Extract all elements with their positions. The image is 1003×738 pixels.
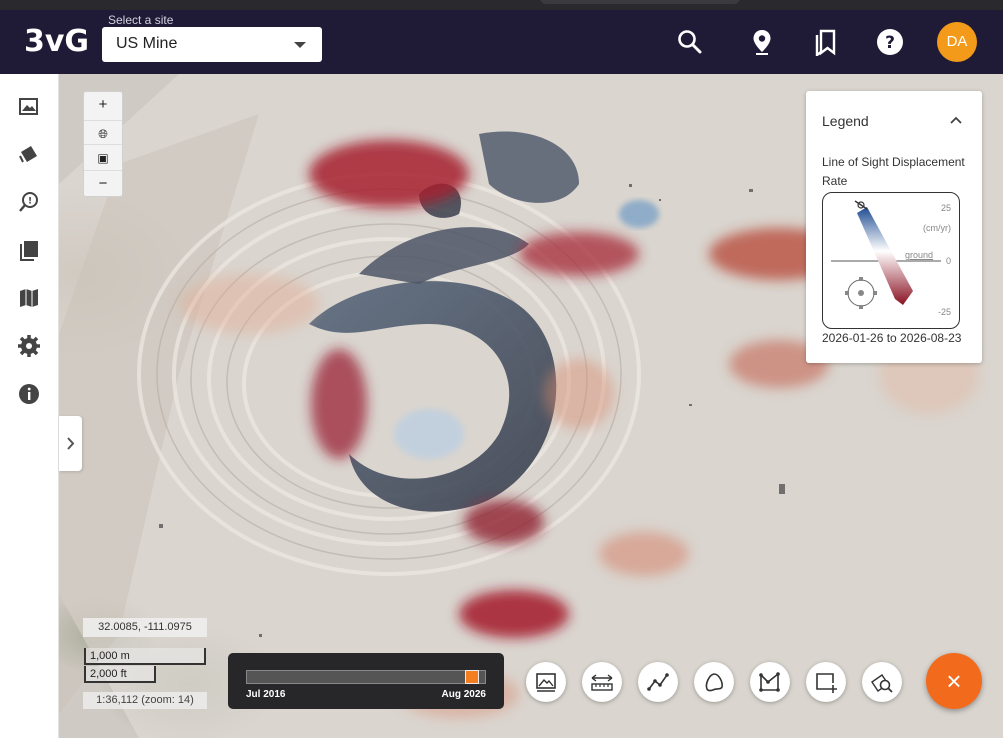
info-icon[interactable] bbox=[17, 382, 41, 406]
site-select[interactable]: US Mine bbox=[102, 27, 322, 62]
legend-subtitle: Line of Sight Displacement Rate bbox=[822, 155, 965, 188]
chevron-down-icon bbox=[294, 42, 306, 48]
legend-panel: Legend Line of Sight Displacement Rate 2… bbox=[806, 91, 982, 363]
timeline-end-label: Aug 2026 bbox=[441, 689, 486, 700]
line-profile-button[interactable] bbox=[638, 662, 678, 702]
svg-text:?: ? bbox=[885, 33, 895, 53]
timeline-start-label: Jul 2016 bbox=[246, 689, 286, 700]
site-select-label: Select a site bbox=[108, 13, 174, 27]
legend-scale-ground: ground bbox=[905, 250, 934, 260]
chevron-right-icon bbox=[67, 437, 75, 450]
user-avatar[interactable]: DA bbox=[937, 22, 977, 62]
site-select-value: US Mine bbox=[116, 35, 178, 52]
area-icon bbox=[759, 672, 780, 692]
left-sidebar: ! bbox=[0, 74, 59, 738]
legend-title: Legend bbox=[822, 113, 869, 129]
globe-icon[interactable]: 🌐︎ bbox=[84, 120, 122, 146]
app-header: 3vG Select a site US Mine ? DA bbox=[0, 10, 1003, 74]
add-region-icon bbox=[816, 673, 837, 693]
search-location-icon[interactable]: ! bbox=[17, 190, 41, 214]
collections-icon[interactable] bbox=[17, 238, 41, 262]
timeline-panel: Jul 2016 Aug 2026 bbox=[228, 653, 504, 709]
chevron-up-icon[interactable] bbox=[949, 115, 963, 125]
measure-button[interactable] bbox=[582, 662, 622, 702]
polygon-icon bbox=[705, 673, 723, 692]
inspect-icon bbox=[871, 674, 893, 693]
polygon-button[interactable] bbox=[694, 662, 734, 702]
inspect-button[interactable] bbox=[862, 662, 902, 702]
map-zoom-panel: + 🌐︎ ▣ − bbox=[83, 91, 123, 197]
zoom-readout: 1:36,112 (zoom: 14) bbox=[83, 692, 207, 709]
area-button[interactable] bbox=[750, 662, 790, 702]
bookmarks-icon[interactable] bbox=[812, 28, 840, 56]
imagery-icon[interactable] bbox=[17, 94, 41, 118]
basemap-icon[interactable]: ▣ bbox=[84, 144, 122, 170]
line-profile-icon bbox=[647, 673, 669, 691]
timeline-track[interactable] bbox=[246, 670, 486, 684]
settings-icon[interactable] bbox=[17, 334, 41, 358]
scale-bar-metric: 1,000 m bbox=[84, 648, 206, 665]
zoom-out-button[interactable]: − bbox=[84, 170, 122, 196]
search-icon[interactable] bbox=[676, 28, 704, 56]
sidebar-expand-button[interactable] bbox=[59, 416, 82, 471]
image-compare-button[interactable] bbox=[526, 662, 566, 702]
legend-scale-unit: (cm/yr) bbox=[923, 223, 951, 233]
legend-scale-top: 25 bbox=[940, 203, 951, 213]
close-tools-button[interactable]: × bbox=[926, 653, 982, 709]
cursor-coordinates: 32.0085, -111.0975 bbox=[83, 618, 207, 637]
legend-scale-mid: 0 bbox=[945, 256, 951, 266]
legend-colorbar: 25 (cm/yr) ground 0 -25 bbox=[822, 192, 960, 329]
svg-text:!: ! bbox=[28, 197, 32, 207]
legend-date-range: 2026-01-26 to 2026-08-23 bbox=[822, 331, 962, 345]
zoom-in-button[interactable]: + bbox=[84, 92, 122, 118]
map-pin-icon[interactable] bbox=[748, 28, 776, 56]
scale-bar-imperial: 2,000 ft bbox=[84, 666, 156, 683]
layers-icon[interactable] bbox=[17, 142, 41, 166]
image-compare-icon bbox=[536, 673, 556, 692]
timeline-handle[interactable] bbox=[465, 670, 480, 684]
app-logo[interactable]: 3vG bbox=[24, 24, 89, 59]
help-icon[interactable]: ? bbox=[876, 28, 904, 56]
measure-icon bbox=[591, 674, 613, 691]
add-region-button[interactable] bbox=[806, 662, 846, 702]
browser-chrome-edge bbox=[0, 0, 1003, 10]
map-icon[interactable] bbox=[17, 286, 41, 310]
legend-scale-bottom: -25 bbox=[937, 307, 951, 317]
